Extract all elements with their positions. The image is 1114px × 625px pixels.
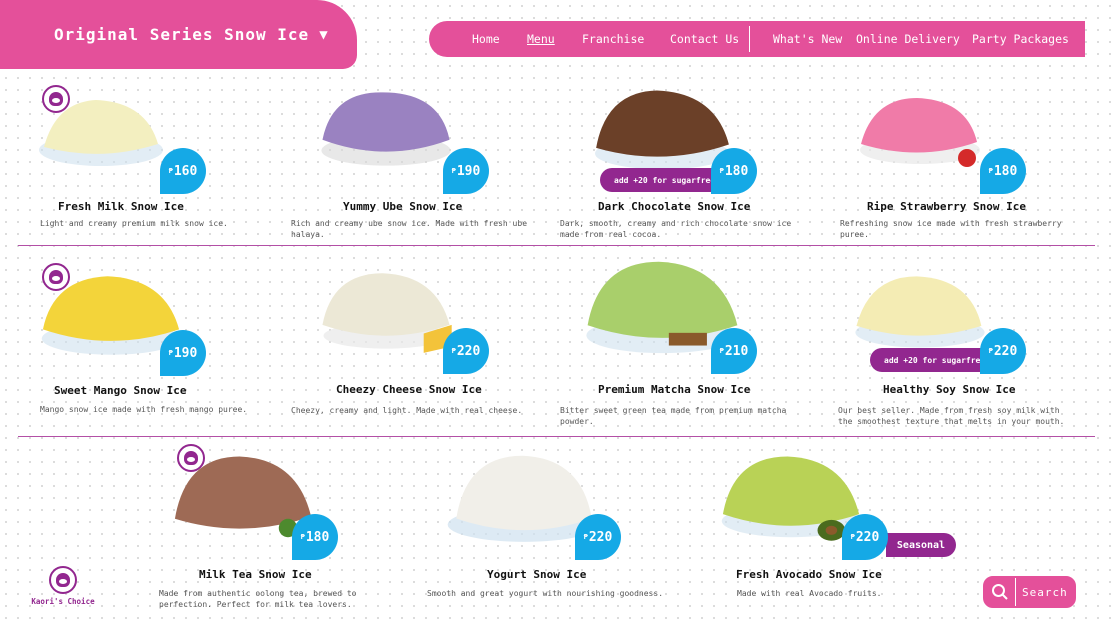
product-name: Yummy Ube Snow Ice (343, 200, 463, 213)
nav-divider (749, 26, 750, 52)
product-0-shape (44, 100, 158, 154)
product-description: Light and creamy premium milk snow ice. (40, 219, 228, 228)
product-description: Made from authentic oolong tea, brewed t… (159, 589, 357, 609)
price-tag: ₱ 190 (160, 330, 206, 376)
cheezy-cheese-snow-ice-image (322, 273, 452, 353)
kaori-choice-legend: Kaori's Choice (28, 566, 98, 606)
fresh-milk-snow-ice-image (39, 100, 163, 166)
kaori-choice-icon (49, 566, 77, 594)
search-icon (985, 578, 1016, 606)
sugarfree-badge: add +20 for sugarfree (600, 168, 720, 192)
kaori-choice-label: Kaori's Choice (31, 597, 95, 606)
product-description: Bitter sweet green tea made from premium… (560, 406, 787, 426)
product-description: Our best seller. Made from fresh soy mil… (838, 406, 1065, 426)
nav-menu[interactable]: Menu (527, 32, 555, 46)
price-tag: ₱ 180 (711, 148, 757, 194)
product-description: Mango snow ice made with fresh mango pur… (40, 405, 248, 414)
product-description: Dark, smooth, creamy and rich chocolate … (560, 219, 792, 239)
price-tag: ₱ 220 (575, 514, 621, 560)
product-name: Premium Matcha Snow Ice (598, 383, 751, 396)
nav-online-delivery[interactable]: Online Delivery (856, 32, 960, 46)
product-name: Sweet Mango Snow Ice (54, 384, 187, 397)
sugarfree-badge: add +20 for sugarfree (870, 348, 988, 372)
row-divider (18, 245, 1095, 246)
yummy-ube-snow-ice-image (321, 92, 451, 166)
price-tag: ₱ 180 (292, 514, 338, 560)
price-tag: ₱ 220 (443, 328, 489, 374)
search-button[interactable]: Search (983, 576, 1076, 608)
chevron-down-icon: ▼ (319, 26, 329, 43)
nav-whats-new[interactable]: What's New (773, 32, 842, 46)
search-label: Search (1022, 585, 1068, 599)
ripe-strawberry-snow-ice-image (860, 98, 980, 167)
price-tag: ₱ 160 (160, 148, 206, 194)
price-tag: ₱ 190 (443, 148, 489, 194)
product-name: Dark Chocolate Snow Ice (598, 200, 751, 213)
page-title: Original Series Snow Ice (54, 25, 310, 44)
product-name: Cheezy Cheese Snow Ice (336, 383, 482, 396)
product-description: Smooth and great yogurt with nourishing … (427, 589, 664, 598)
nav-party-packages[interactable]: Party Packages (972, 32, 1069, 46)
row-divider (18, 436, 1095, 437)
product-name: Fresh Milk Snow Ice (58, 200, 184, 213)
product-description: Made with real Avocado fruits. (737, 589, 882, 598)
product-name: Healthy Soy Snow Ice (883, 383, 1016, 396)
top-navigation: Home Menu Franchise Contact Us What's Ne… (429, 21, 1085, 57)
nav-home[interactable]: Home (472, 32, 500, 46)
product-description: Rich and creamy ube snow ice. Made with … (291, 219, 528, 239)
nav-franchise[interactable]: Franchise (582, 32, 644, 46)
product-name: Yogurt Snow Ice (487, 568, 587, 581)
product-name: Milk Tea Snow Ice (199, 568, 312, 581)
price-tag: ₱ 220 (842, 514, 888, 560)
product-name: Ripe Strawberry Snow Ice (867, 200, 1026, 213)
price-tag: ₱ 210 (711, 328, 757, 374)
product-description: Cheezy, creamy and light. Made with real… (291, 406, 523, 415)
price-tag: ₱ 220 (980, 328, 1026, 374)
nav-contact-us[interactable]: Contact Us (670, 32, 739, 46)
product-name: Fresh Avocado Snow Ice (736, 568, 882, 581)
product-description: Refreshing snow ice made with fresh stra… (840, 219, 1062, 239)
menu-title-dropdown[interactable]: Original Series Snow Ice ▼ (0, 0, 357, 69)
price-tag: ₱ 180 (980, 148, 1026, 194)
seasonal-badge: Seasonal (886, 533, 956, 557)
healthy-soy-snow-ice-image (855, 276, 985, 348)
